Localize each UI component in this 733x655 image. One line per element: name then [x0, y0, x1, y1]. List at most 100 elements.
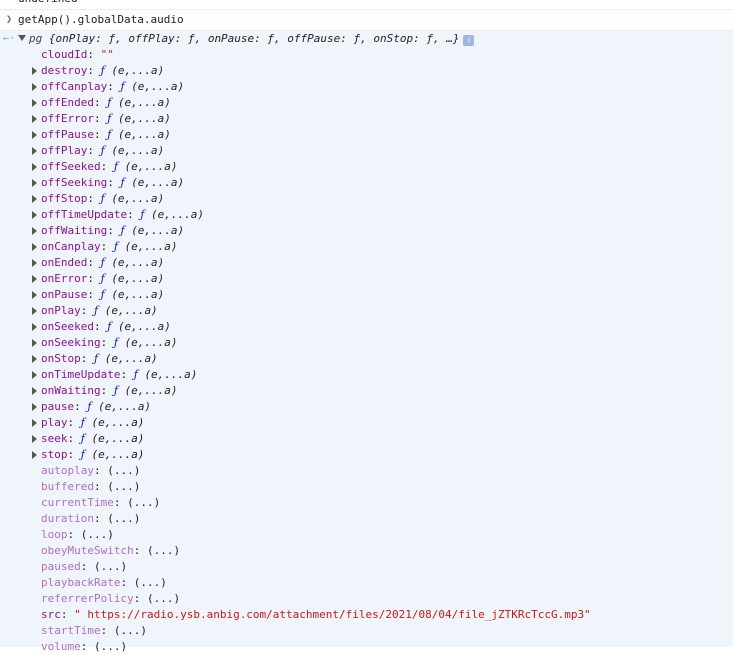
accessor-value[interactable]: (...): [107, 512, 140, 525]
property-src[interactable]: src: " https://radio.ysb.anbig.com/attac…: [0, 607, 733, 623]
property-offSeeked[interactable]: offSeeked: ƒ (e,...a): [0, 159, 733, 175]
function-marker: ƒ: [133, 368, 138, 381]
expand-triangle-icon[interactable]: [32, 307, 37, 315]
property-currentTime[interactable]: currentTime: (...): [0, 495, 733, 511]
property-key: onPlay: [41, 304, 81, 317]
property-key: seek: [41, 432, 68, 445]
accessor-value[interactable]: (...): [81, 528, 114, 541]
property-key: offStop: [41, 192, 88, 205]
property-pause[interactable]: pause: ƒ (e,...a): [0, 399, 733, 415]
expand-triangle-icon[interactable]: [32, 419, 37, 427]
expand-triangle-icon[interactable]: [32, 291, 37, 299]
console-command-line[interactable]: ❯ getApp().globalData.audio: [0, 12, 733, 28]
property-onEnded[interactable]: onEnded: ƒ (e,...a): [0, 255, 733, 271]
function-marker: ƒ: [94, 304, 99, 317]
expand-triangle-icon[interactable]: [18, 35, 26, 41]
expand-triangle-icon[interactable]: [32, 451, 37, 459]
property-onPlay[interactable]: onPlay: ƒ (e,...a): [0, 303, 733, 319]
property-onCanplay[interactable]: onCanplay: ƒ (e,...a): [0, 239, 733, 255]
function-signature: (e,...a): [117, 112, 171, 125]
accessor-value[interactable]: (...): [107, 464, 140, 477]
property-offStop[interactable]: offStop: ƒ (e,...a): [0, 191, 733, 207]
expand-triangle-icon[interactable]: [32, 147, 37, 155]
property-offPlay[interactable]: offPlay: ƒ (e,...a): [0, 143, 733, 159]
expand-triangle-icon[interactable]: [32, 323, 37, 331]
property-destroy[interactable]: destroy: ƒ (e,...a): [0, 63, 733, 79]
property-offTimeUpdate[interactable]: offTimeUpdate: ƒ (e,...a): [0, 207, 733, 223]
property-stop[interactable]: stop: ƒ (e,...a): [0, 447, 733, 463]
function-marker: ƒ: [94, 352, 99, 365]
property-offWaiting[interactable]: offWaiting: ƒ (e,...a): [0, 223, 733, 239]
expand-triangle-icon[interactable]: [32, 83, 37, 91]
property-onWaiting[interactable]: onWaiting: ƒ (e,...a): [0, 383, 733, 399]
property-key: onSeeked: [41, 320, 94, 333]
property-seek[interactable]: seek: ƒ (e,...a): [0, 431, 733, 447]
property-duration[interactable]: duration: (...): [0, 511, 733, 527]
expand-triangle-icon[interactable]: [32, 227, 37, 235]
expand-triangle-icon[interactable]: [32, 371, 37, 379]
expand-triangle-icon[interactable]: [32, 99, 37, 107]
expand-triangle-icon[interactable]: [32, 163, 37, 171]
expand-triangle-icon[interactable]: [32, 339, 37, 347]
object-header[interactable]: ←· pg {onPlay: ƒ, offPlay: ƒ, onPause: ƒ…: [0, 31, 733, 47]
expand-triangle-icon[interactable]: [32, 243, 37, 251]
accessor-value[interactable]: (...): [147, 544, 180, 557]
expand-triangle-icon[interactable]: [32, 195, 37, 203]
function-signature: (e,...a): [117, 320, 171, 333]
expand-triangle-icon[interactable]: [32, 179, 37, 187]
expand-triangle-icon[interactable]: [32, 387, 37, 395]
expand-triangle-icon[interactable]: [32, 259, 37, 267]
property-key: src: [41, 608, 61, 621]
property-offCanplay[interactable]: offCanplay: ƒ (e,...a): [0, 79, 733, 95]
property-playbackRate[interactable]: playbackRate: (...): [0, 575, 733, 591]
expand-triangle-icon[interactable]: [32, 403, 37, 411]
property-key: destroy: [41, 64, 88, 77]
expand-triangle-icon[interactable]: [32, 131, 37, 139]
expand-triangle-icon[interactable]: [32, 355, 37, 363]
property-onSeeking[interactable]: onSeeking: ƒ (e,...a): [0, 335, 733, 351]
property-onSeeked[interactable]: onSeeked: ƒ (e,...a): [0, 319, 733, 335]
property-key: stop: [41, 448, 68, 461]
property-loop[interactable]: loop: (...): [0, 527, 733, 543]
property-key: autoplay: [41, 464, 94, 477]
property-onError[interactable]: onError: ƒ (e,...a): [0, 271, 733, 287]
property-volume[interactable]: volume: (...): [0, 639, 733, 655]
property-autoplay[interactable]: autoplay: (...): [0, 463, 733, 479]
property-play[interactable]: play: ƒ (e,...a): [0, 415, 733, 431]
accessor-value[interactable]: (...): [127, 496, 160, 509]
property-startTime[interactable]: startTime: (...): [0, 623, 733, 639]
expand-triangle-icon[interactable]: [32, 435, 37, 443]
info-icon[interactable]: i: [463, 35, 475, 46]
property-cloudId[interactable]: cloudId: "": [0, 47, 733, 63]
result-arrow-icon: ←·: [3, 33, 16, 44]
accessor-value[interactable]: (...): [114, 624, 147, 637]
property-onPause[interactable]: onPause: ƒ (e,...a): [0, 287, 733, 303]
expand-triangle-icon[interactable]: [32, 275, 37, 283]
command-text[interactable]: getApp().globalData.audio: [18, 12, 184, 28]
function-marker: ƒ: [113, 384, 118, 397]
expand-triangle-icon[interactable]: [32, 115, 37, 123]
property-obeyMuteSwitch[interactable]: obeyMuteSwitch: (...): [0, 543, 733, 559]
property-offEnded[interactable]: offEnded: ƒ (e,...a): [0, 95, 733, 111]
property-paused[interactable]: paused: (...): [0, 559, 733, 575]
function-marker: ƒ: [80, 432, 85, 445]
expand-triangle-icon[interactable]: [32, 67, 37, 75]
property-offPause[interactable]: offPause: ƒ (e,...a): [0, 127, 733, 143]
property-offSeeking[interactable]: offSeeking: ƒ (e,...a): [0, 175, 733, 191]
function-signature: (e,...a): [111, 144, 165, 157]
expand-triangle-icon[interactable]: [32, 211, 37, 219]
function-signature: (e,...a): [111, 64, 165, 77]
accessor-value[interactable]: (...): [107, 480, 140, 493]
accessor-value[interactable]: (...): [147, 592, 180, 605]
accessor-value[interactable]: (...): [134, 576, 167, 589]
function-signature: (e,...a): [144, 368, 198, 381]
property-key: obeyMuteSwitch: [41, 544, 134, 557]
accessor-value[interactable]: (...): [94, 560, 127, 573]
property-onTimeUpdate[interactable]: onTimeUpdate: ƒ (e,...a): [0, 367, 733, 383]
property-buffered[interactable]: buffered: (...): [0, 479, 733, 495]
property-referrerPolicy[interactable]: referrerPolicy: (...): [0, 591, 733, 607]
property-offError[interactable]: offError: ƒ (e,...a): [0, 111, 733, 127]
property-value: "": [100, 48, 114, 61]
property-onStop[interactable]: onStop: ƒ (e,...a): [0, 351, 733, 367]
property-value[interactable]: " https://radio.ysb.anbig.com/attachment…: [74, 608, 591, 621]
